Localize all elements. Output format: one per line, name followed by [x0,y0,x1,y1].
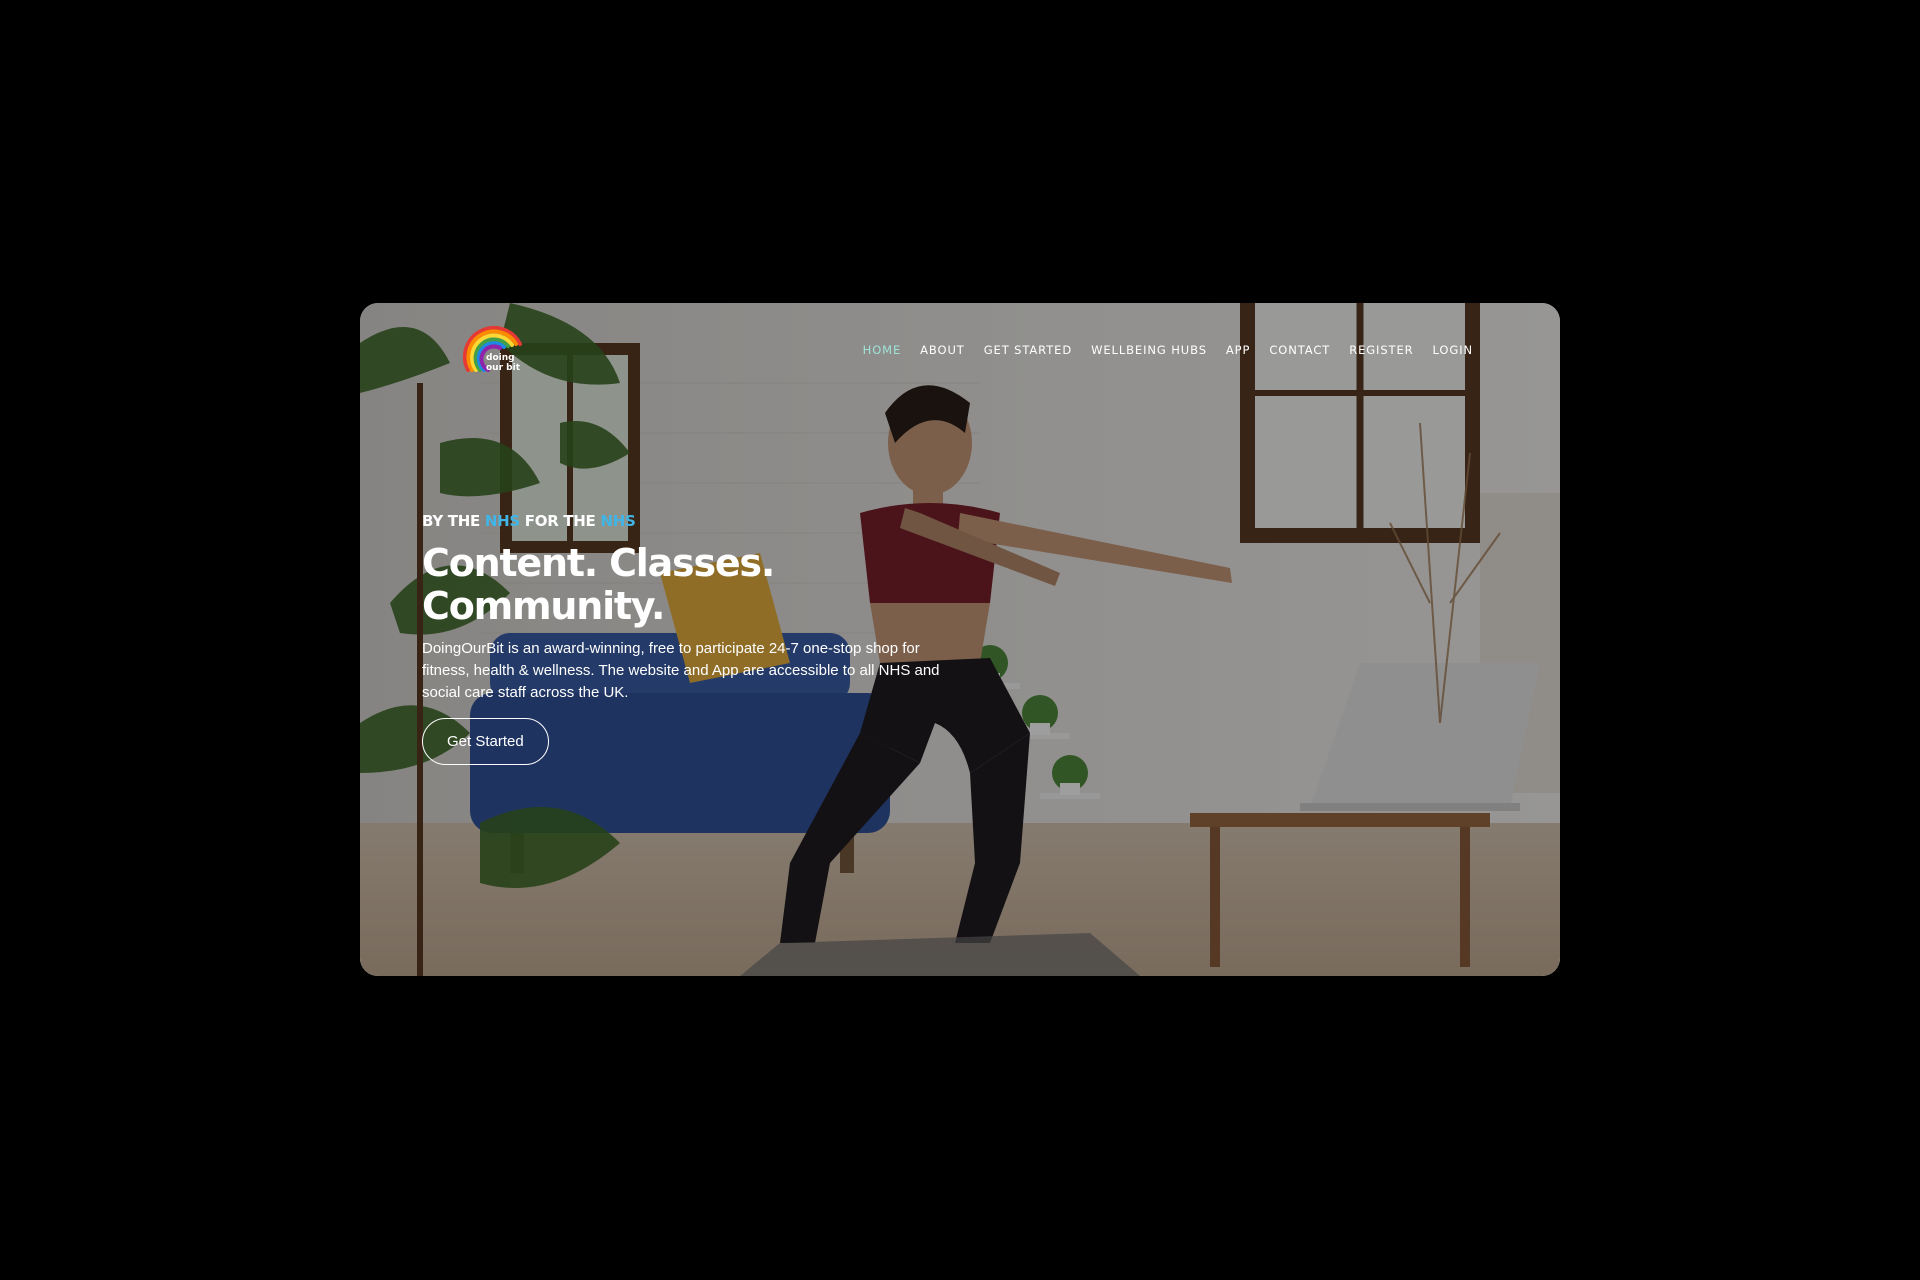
nav-wellbeing-hubs[interactable]: WELLBEING HUBS [1091,343,1207,357]
nav-get-started[interactable]: GET STARTED [984,343,1072,357]
get-started-button[interactable]: Get Started [422,718,549,765]
doingourbit-logo[interactable]: doing our bit [458,314,530,386]
nav-home[interactable]: HOME [863,343,902,357]
logo-text-ourbit: our bit [486,363,521,373]
nav-about[interactable]: ABOUT [920,343,965,357]
hero-content: BY THE NHS FOR THE NHS Content. Classes.… [422,512,962,765]
hero-tagline: BY THE NHS FOR THE NHS [422,512,962,530]
headline-line-2: Community. [422,584,665,628]
screen-backdrop: doing our bit HOME ABOUT GET STARTED WEL… [0,0,1920,1280]
nav-register[interactable]: REGISTER [1349,343,1413,357]
website-screenshot: doing our bit HOME ABOUT GET STARTED WEL… [360,303,1560,976]
main-navigation: HOME ABOUT GET STARTED WELLBEING HUBS AP… [863,343,1473,357]
nav-login[interactable]: LOGIN [1433,343,1473,357]
headline-line-1: Content. Classes. [422,541,775,585]
hero-headline: Content. Classes. Community. [422,542,962,628]
hero-description: DoingOurBit is an award-winning, free to… [422,640,940,701]
tagline-prefix: BY THE [422,512,485,530]
tagline-nhs-2: NHS [600,512,636,530]
tagline-nhs-1: NHS [484,512,520,530]
tagline-middle: FOR THE [519,512,601,530]
logo-text-doing: doing [486,353,515,363]
nav-contact[interactable]: CONTACT [1269,343,1330,357]
nav-app[interactable]: APP [1226,343,1250,357]
